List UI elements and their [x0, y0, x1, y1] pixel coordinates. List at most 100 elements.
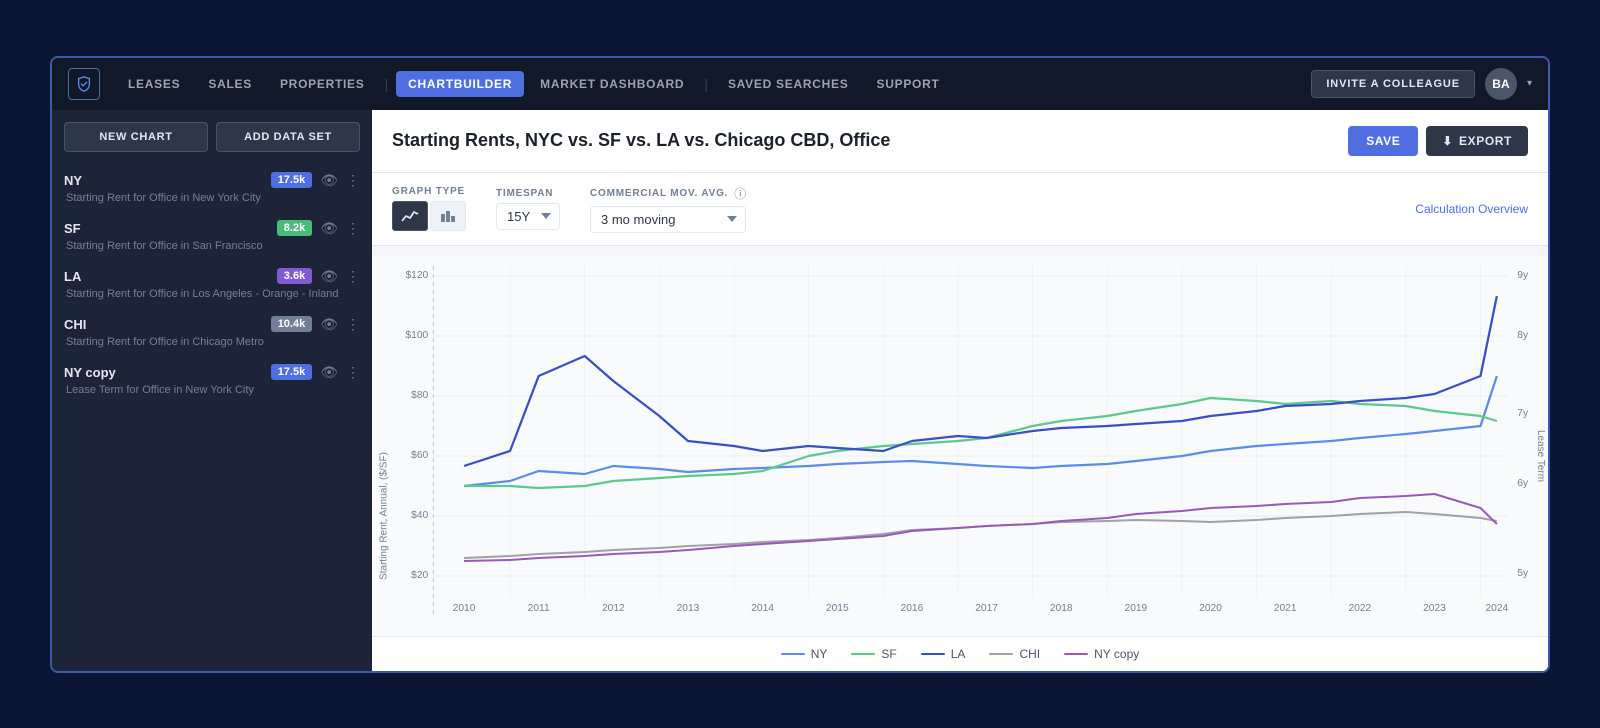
mov-avg-label: COMMERCIAL MOV. AVG. — [590, 188, 728, 199]
avatar[interactable]: BA — [1485, 68, 1517, 100]
svg-text:2014: 2014 — [751, 603, 774, 614]
export-label: EXPORT — [1459, 134, 1512, 148]
chart-svg: Starting Rent, Annual, ($/SF) $120 $100 … — [372, 256, 1548, 636]
dataset-ny-eye-icon[interactable]: 👁 — [320, 172, 338, 189]
dataset-ny-more-icon[interactable]: ⋮ — [346, 172, 360, 189]
dataset-ny-copy-header: NY copy 17.5k 👁 ⋮ — [64, 364, 360, 381]
dataset-la-more-icon[interactable]: ⋮ — [346, 268, 360, 285]
avatar-caret-icon[interactable]: ▾ — [1527, 78, 1532, 89]
dataset-chi-header: CHI 10.4k 👁 ⋮ — [64, 316, 360, 333]
svg-text:2012: 2012 — [602, 603, 625, 614]
legend-sf: SF — [851, 647, 896, 661]
timespan-select[interactable]: 15Y 10Y 5Y — [496, 203, 560, 230]
dataset-ny-copy[interactable]: NY copy 17.5k 👁 ⋮ Lease Term for Office … — [52, 356, 372, 404]
svg-text:8y: 8y — [1517, 330, 1529, 341]
dataset-ny[interactable]: NY 17.5k 👁 ⋮ Starting Rent for Office in… — [52, 164, 372, 212]
export-button[interactable]: ⬇ EXPORT — [1426, 126, 1528, 156]
dataset-chi-eye-icon[interactable]: 👁 — [320, 316, 338, 333]
nav-market-dashboard[interactable]: MARKET DASHBOARD — [528, 71, 696, 97]
dataset-sf-name: SF — [64, 221, 269, 236]
dataset-la[interactable]: LA 3.6k 👁 ⋮ Starting Rent for Office in … — [52, 260, 372, 308]
svg-text:$40: $40 — [411, 510, 428, 521]
chart-canvas: Starting Rent, Annual, ($/SF) $120 $100 … — [372, 246, 1548, 636]
calculation-overview-link[interactable]: Calculation Overview — [1415, 202, 1528, 216]
svg-text:9y: 9y — [1517, 270, 1529, 281]
legend-sf-label: SF — [881, 647, 896, 661]
svg-text:$120: $120 — [405, 270, 428, 281]
invite-colleague-button[interactable]: INVITE A COLLEAGUE — [1311, 70, 1475, 98]
chart-title: Starting Rents, NYC vs. SF vs. LA vs. Ch… — [392, 130, 1348, 151]
svg-text:7y: 7y — [1517, 408, 1529, 419]
dataset-ny-header: NY 17.5k 👁 ⋮ — [64, 172, 360, 189]
dataset-chi-desc: Starting Rent for Office in Chicago Metr… — [64, 336, 360, 348]
legend-chi-line — [989, 653, 1013, 655]
dataset-la-header: LA 3.6k 👁 ⋮ — [64, 268, 360, 285]
mov-avg-label-wrap: COMMERCIAL MOV. AVG. ⓘ — [590, 185, 746, 202]
svg-text:2017: 2017 — [975, 603, 998, 614]
graph-type-label: GRAPH TYPE — [392, 186, 466, 197]
dataset-chi-badge: 10.4k — [271, 316, 313, 332]
chart-controls: GRAPH TYPE TIMESPAN 15Y 10Y — [372, 173, 1548, 246]
svg-text:5y: 5y — [1517, 568, 1529, 579]
dataset-chi[interactable]: CHI 10.4k 👁 ⋮ Starting Rent for Office i… — [52, 308, 372, 356]
dataset-la-name: LA — [64, 269, 269, 284]
legend-sf-line — [851, 653, 875, 655]
dataset-chi-more-icon[interactable]: ⋮ — [346, 316, 360, 333]
mov-avg-select[interactable]: 3 mo moving 6 mo moving 12 mo moving — [590, 206, 746, 233]
legend-la-line — [921, 653, 945, 655]
nav-leases[interactable]: LEASES — [116, 71, 192, 97]
dataset-sf-desc: Starting Rent for Office in San Francisc… — [64, 240, 360, 252]
logo[interactable] — [68, 68, 100, 100]
dataset-ny-copy-eye-icon[interactable]: 👁 — [320, 364, 338, 381]
svg-text:Starting Rent, Annual, ($/SF): Starting Rent, Annual, ($/SF) — [378, 452, 389, 580]
svg-text:2011: 2011 — [528, 603, 550, 614]
nav-chartbuilder[interactable]: CHARTBUILDER — [396, 71, 524, 97]
main-layout: NEW CHART ADD DATA SET NY 17.5k 👁 ⋮ Star… — [52, 110, 1548, 671]
legend-ny-copy-label: NY copy — [1094, 647, 1139, 661]
dataset-ny-copy-badge: 17.5k — [271, 364, 313, 380]
svg-text:2024: 2024 — [1485, 603, 1508, 614]
legend-ny-copy: NY copy — [1064, 647, 1139, 661]
save-button[interactable]: SAVE — [1348, 126, 1418, 156]
svg-text:2010: 2010 — [453, 603, 476, 614]
mov-avg-control: COMMERCIAL MOV. AVG. ⓘ 3 mo moving 6 mo … — [590, 185, 746, 233]
svg-text:$80: $80 — [411, 390, 428, 401]
dataset-ny-copy-name: NY copy — [64, 365, 263, 380]
legend-la-label: LA — [951, 647, 966, 661]
dataset-ny-copy-more-icon[interactable]: ⋮ — [346, 364, 360, 381]
nav-properties[interactable]: PROPERTIES — [268, 71, 377, 97]
bar-chart-button[interactable] — [430, 201, 466, 231]
dataset-la-eye-icon[interactable]: 👁 — [320, 268, 338, 285]
dataset-la-desc: Starting Rent for Office in Los Angeles … — [64, 288, 360, 300]
dataset-ny-badge: 17.5k — [271, 172, 313, 188]
nav-right: INVITE A COLLEAGUE BA ▾ — [1311, 68, 1532, 100]
dataset-sf[interactable]: SF 8.2k 👁 ⋮ Starting Rent for Office in … — [52, 212, 372, 260]
dataset-ny-copy-desc: Lease Term for Office in New York City — [64, 384, 360, 396]
legend-ny-line — [781, 653, 805, 655]
dataset-chi-name: CHI — [64, 317, 263, 332]
graph-type-control: GRAPH TYPE — [392, 186, 466, 231]
legend-chi-label: CHI — [1019, 647, 1040, 661]
sidebar-actions: NEW CHART ADD DATA SET — [52, 122, 372, 164]
nav-saved-searches[interactable]: SAVED SEARCHES — [716, 71, 861, 97]
info-icon[interactable]: ⓘ — [734, 185, 746, 202]
svg-text:2022: 2022 — [1348, 603, 1371, 614]
line-chart-button[interactable] — [392, 201, 428, 231]
dataset-sf-more-icon[interactable]: ⋮ — [346, 220, 360, 237]
legend-la: LA — [921, 647, 966, 661]
svg-text:6y: 6y — [1517, 478, 1529, 489]
graph-type-buttons — [392, 201, 466, 231]
chart-header: Starting Rents, NYC vs. SF vs. LA vs. Ch… — [372, 110, 1548, 173]
dataset-ny-name: NY — [64, 173, 263, 188]
add-dataset-button[interactable]: ADD DATA SET — [216, 122, 360, 152]
new-chart-button[interactable]: NEW CHART — [64, 122, 208, 152]
dataset-la-badge: 3.6k — [277, 268, 312, 284]
dataset-sf-eye-icon[interactable]: 👁 — [320, 220, 338, 237]
chart-legend: NY SF LA CHI NY copy — [372, 636, 1548, 671]
svg-text:$20: $20 — [411, 570, 428, 581]
nav-sales[interactable]: SALES — [196, 71, 264, 97]
svg-text:2016: 2016 — [901, 603, 924, 614]
nav-support[interactable]: SUPPORT — [865, 71, 952, 97]
svg-text:2020: 2020 — [1199, 603, 1222, 614]
download-icon: ⬇ — [1442, 134, 1453, 148]
